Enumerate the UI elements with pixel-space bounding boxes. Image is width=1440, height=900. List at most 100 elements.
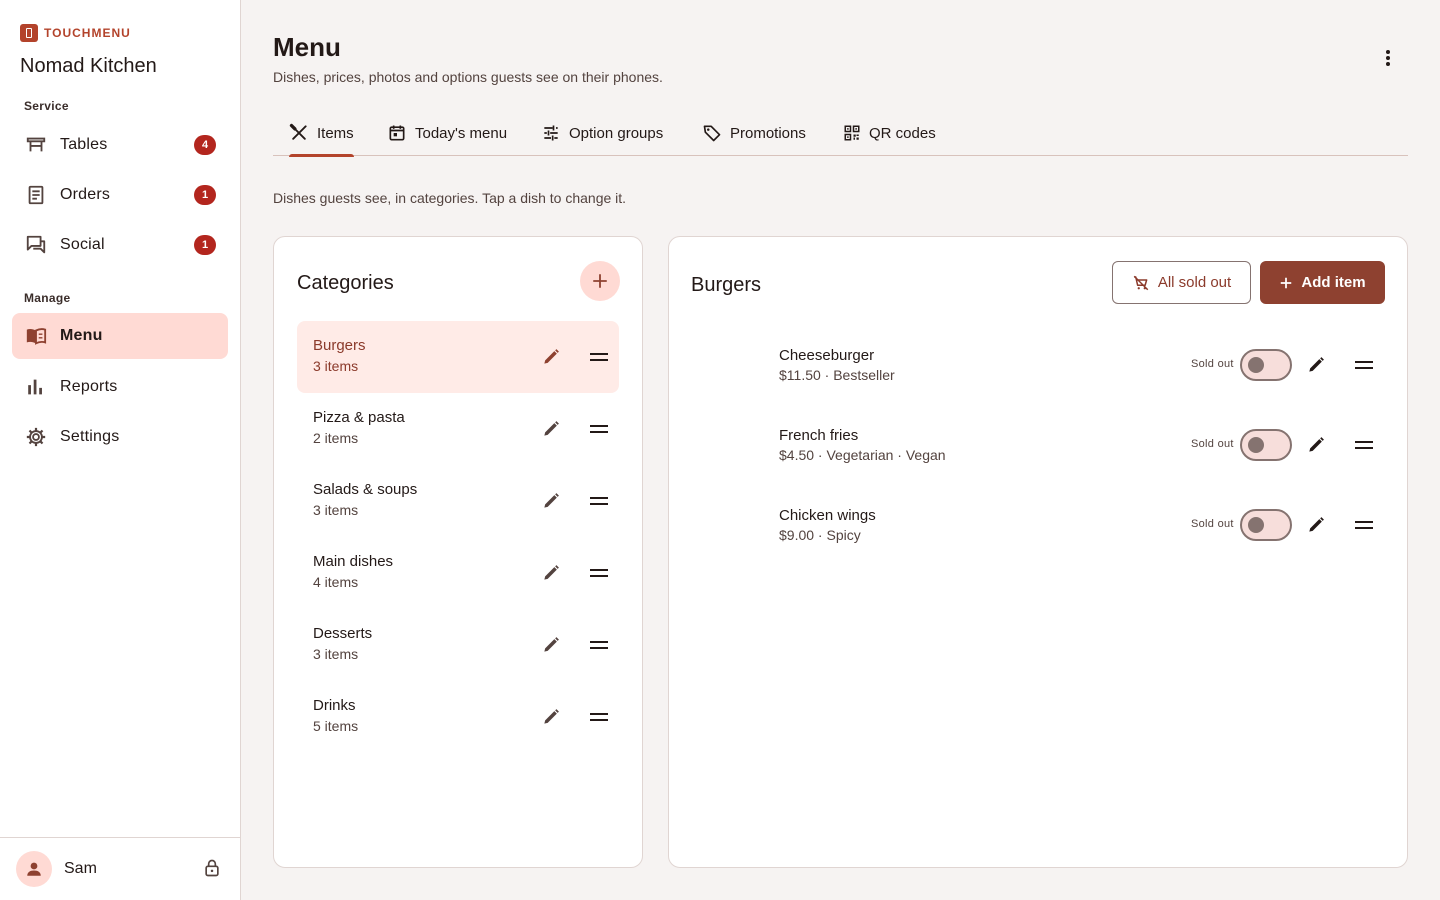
items-card: Burgers All sold out Add item Cheeseburg… [668, 236, 1408, 868]
edit-icon[interactable] [1300, 509, 1332, 541]
user-name: Sam [64, 860, 97, 877]
category-count: 5 items [313, 718, 359, 734]
sold-out-toggle[interactable] [1240, 509, 1292, 541]
sidebar-item-tables[interactable]: Tables 4 [12, 122, 228, 168]
edit-icon[interactable] [535, 485, 567, 517]
drag-handle-icon[interactable] [1348, 349, 1380, 381]
plus-icon [593, 274, 607, 288]
category-row[interactable]: Burgers 3 items [297, 321, 619, 393]
all-sold-out-label: All sold out [1157, 274, 1232, 291]
category-name: Drinks [313, 697, 356, 714]
sold-out-label: Sold out [1191, 518, 1234, 530]
page-title: Menu [273, 32, 341, 62]
menu-item-row[interactable]: Chicken wings $9.00 · Spicy Sold out [669, 497, 1407, 577]
sold-out-label: Sold out [1191, 358, 1234, 370]
lock-icon[interactable] [200, 856, 224, 880]
touchmenu-logo-icon [20, 24, 38, 42]
page-subtitle: Dishes, prices, photos and options guest… [273, 69, 663, 85]
drag-handle-icon[interactable] [583, 341, 615, 373]
section-label-service: Service [24, 99, 69, 113]
items-panel-title: Burgers [691, 274, 762, 296]
sold-out-toggle[interactable] [1240, 429, 1292, 461]
tab-label: Promotions [730, 124, 806, 142]
edit-icon[interactable] [535, 701, 567, 733]
menu-book-icon [24, 324, 48, 348]
tab-promotions[interactable]: Promotions [702, 110, 806, 156]
menu-item-row[interactable]: French fries $4.50 · Vegetarian · Vegan So… [669, 417, 1407, 497]
sold-out-toggle[interactable] [1240, 349, 1292, 381]
edit-icon[interactable] [535, 413, 567, 445]
category-count: 2 items [313, 430, 359, 446]
item-name: Cheeseburger [779, 347, 875, 364]
item-name: Chicken wings [779, 507, 876, 524]
drag-handle-icon[interactable] [583, 701, 615, 733]
table-icon [24, 133, 48, 157]
category-count: 3 items [313, 646, 359, 662]
drag-handle-icon[interactable] [583, 557, 615, 589]
tab-qr-codes[interactable]: QR codes [843, 110, 936, 156]
sidebar-item-label: Menu [60, 327, 103, 344]
tab-todays-menu[interactable]: Today's menu [387, 110, 507, 156]
add-item-button[interactable]: Add item [1260, 261, 1385, 304]
social-badge: 1 [194, 235, 216, 255]
category-name: Salads & soups [313, 481, 418, 498]
chat-icon [24, 233, 48, 257]
tab-label: Today's menu [415, 124, 508, 142]
sidebar-item-reports[interactable]: Reports [12, 364, 228, 410]
tab-label: Option groups [569, 124, 664, 142]
receipt-icon [24, 183, 48, 207]
category-count: 4 items [313, 574, 359, 590]
edit-icon[interactable] [1300, 429, 1332, 461]
edit-icon[interactable] [535, 629, 567, 661]
categories-card: Categories Burgers 3 items Pizza & pasta 2 … [273, 236, 643, 868]
category-row[interactable]: Drinks 5 items [297, 681, 619, 753]
sold-out-label: Sold out [1191, 438, 1234, 450]
edit-icon[interactable] [535, 557, 567, 589]
item-meta: $9.00 · Spicy [779, 527, 861, 543]
sidebar-item-label: Social [60, 236, 105, 253]
more-options-icon[interactable] [1372, 42, 1404, 74]
tab-items[interactable]: Items [289, 110, 354, 157]
cart-off-icon [1133, 275, 1149, 290]
all-sold-out-button[interactable]: All sold out [1112, 261, 1251, 304]
category-count: 3 items [313, 502, 359, 518]
tab-label: Items [317, 124, 354, 142]
gear-icon [24, 425, 48, 449]
sidebar-item-label: Reports [60, 378, 118, 395]
sidebar-item-social[interactable]: Social 1 [12, 222, 228, 268]
edit-icon[interactable] [535, 341, 567, 373]
edit-icon[interactable] [1300, 349, 1332, 381]
sidebar-item-label: Orders [60, 186, 111, 203]
tab-bar: Items Today's menu Option groups Promoti… [273, 110, 1408, 157]
tab-label: QR codes [869, 124, 936, 142]
avatar[interactable] [16, 851, 52, 887]
add-category-button[interactable] [580, 261, 620, 301]
plus-icon [1281, 277, 1292, 288]
drag-handle-icon[interactable] [583, 485, 615, 517]
drag-handle-icon[interactable] [583, 629, 615, 661]
sidebar-item-menu[interactable]: Menu [12, 313, 228, 359]
sidebar-item-orders[interactable]: Orders 1 [12, 172, 228, 218]
item-name: French fries [779, 427, 859, 444]
category-name: Burgers [313, 337, 366, 354]
person-icon [27, 862, 41, 876]
category-row[interactable]: Main dishes 4 items [297, 537, 619, 609]
category-row[interactable]: Pizza & pasta 2 items [297, 393, 619, 465]
tables-badge: 4 [194, 135, 216, 155]
category-name: Desserts [313, 625, 373, 642]
tab-option-groups[interactable]: Option groups [541, 110, 663, 156]
category-row[interactable]: Salads & soups 3 items [297, 465, 619, 537]
drag-handle-icon[interactable] [1348, 509, 1380, 541]
drag-handle-icon[interactable] [583, 413, 615, 445]
category-row[interactable]: Desserts 3 items [297, 609, 619, 681]
sidebar-footer: Sam [0, 837, 240, 900]
item-meta: $11.50 · Bestseller [779, 367, 895, 383]
category-name: Main dishes [313, 553, 394, 570]
drag-handle-icon[interactable] [1348, 429, 1380, 461]
menu-item-row[interactable]: Cheeseburger $11.50 · Bestseller Sold out [669, 337, 1407, 417]
toggle-knob [1248, 357, 1264, 373]
qr-code-icon [844, 125, 860, 141]
tune-icon [544, 125, 558, 141]
toggle-knob [1248, 517, 1264, 533]
sidebar-item-settings[interactable]: Settings [12, 414, 228, 460]
